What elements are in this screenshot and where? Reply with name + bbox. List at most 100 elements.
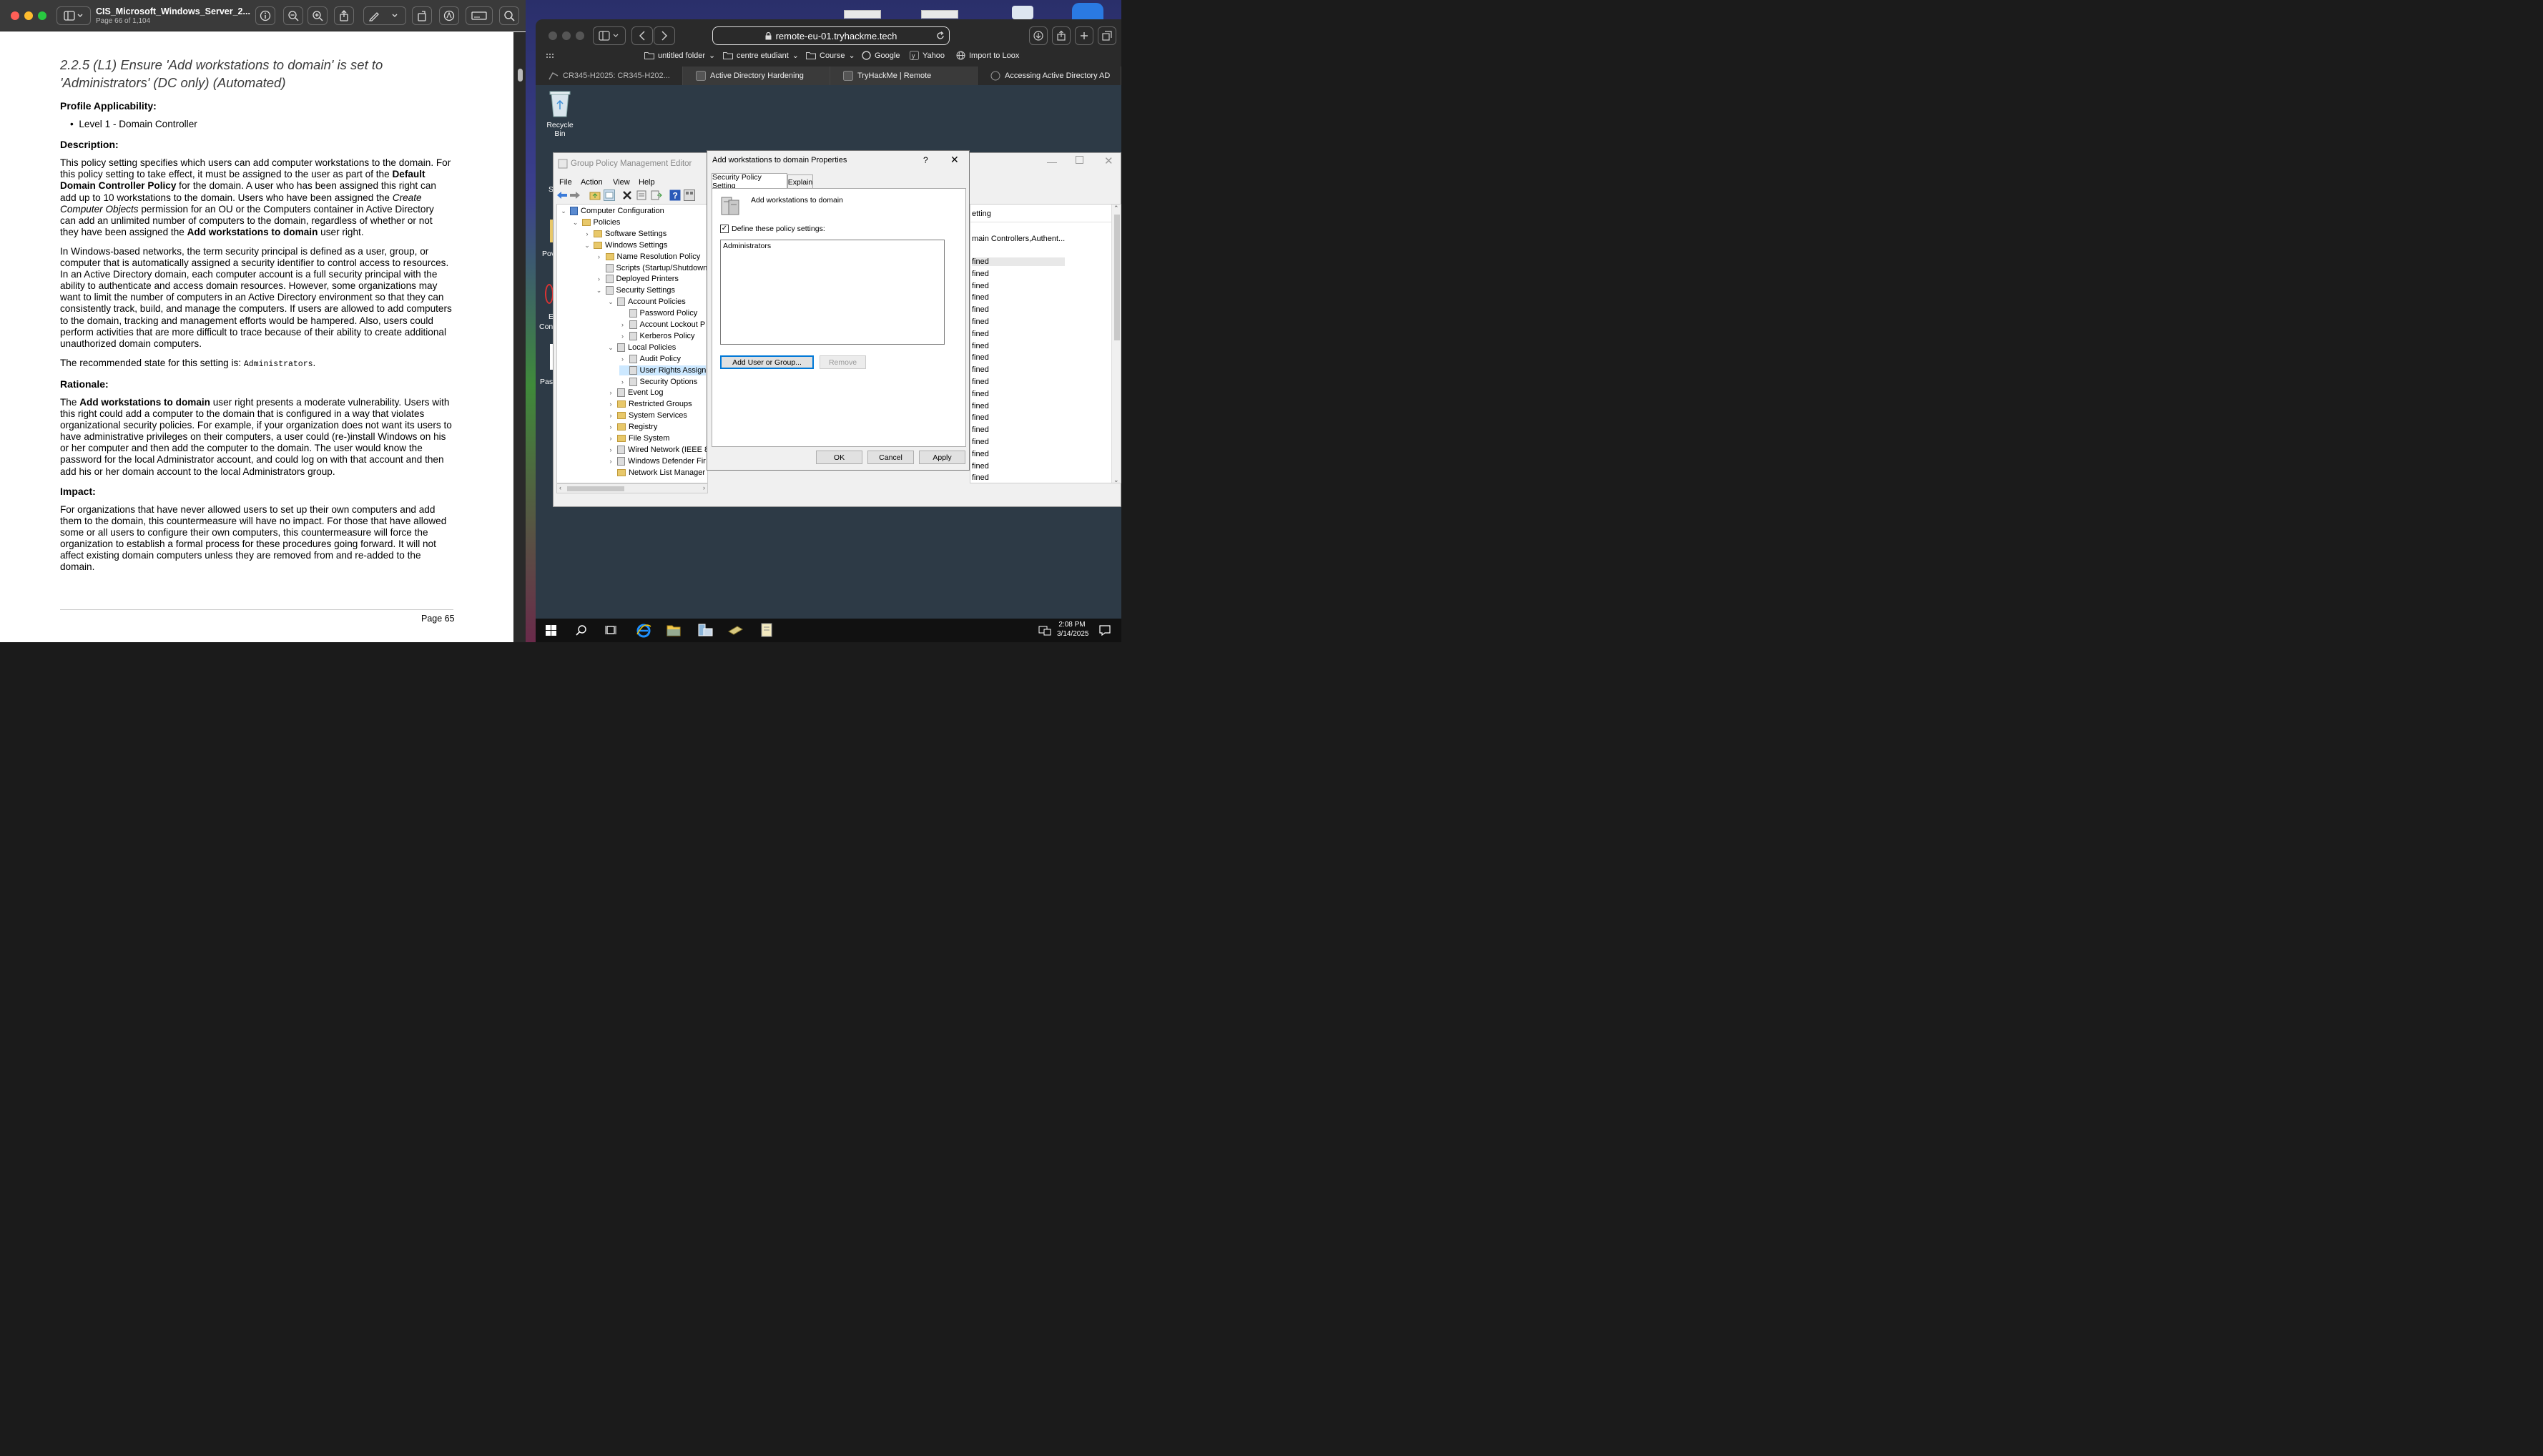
setting-value-cell[interactable]: fined [972, 353, 989, 362]
tree-node[interactable]: ⌄ Local Policies [607, 343, 676, 353]
maximize-icon[interactable] [1076, 156, 1083, 164]
tree-node[interactable]: › Registry [607, 422, 658, 432]
downloads-button[interactable] [1029, 26, 1048, 45]
zoom-window-button[interactable] [576, 31, 584, 40]
tree-node[interactable]: › Account Lockout P [619, 320, 705, 330]
annotate-button[interactable] [439, 6, 459, 25]
setting-value-cell[interactable]: fined [972, 450, 989, 458]
close-icon[interactable]: ✕ [950, 154, 959, 166]
info-button[interactable] [255, 6, 275, 25]
scroll-right-icon[interactable]: › [703, 484, 705, 491]
share-button[interactable] [1052, 26, 1071, 45]
export-list-icon[interactable] [651, 190, 662, 200]
setting-value-cell[interactable]: fined [972, 330, 989, 338]
chevron-down-icon[interactable]: ⌄ [560, 206, 567, 216]
chevron-right-icon[interactable]: › [584, 229, 591, 239]
chevron-right-icon[interactable]: › [619, 331, 626, 341]
view-icon[interactable] [684, 190, 695, 201]
setting-value-cell[interactable]: fined [972, 473, 989, 482]
setting-value-cell[interactable]: fined [972, 402, 989, 410]
remove-button[interactable]: Remove [820, 355, 866, 369]
setting-value-cell[interactable]: fined [972, 378, 989, 386]
notepad-icon[interactable] [761, 623, 772, 637]
menu-view[interactable]: View [613, 178, 630, 187]
setting-value-cell[interactable]: fined [972, 413, 989, 422]
chevron-down-icon[interactable]: ⌄ [607, 297, 614, 307]
tree-node[interactable]: › Software Settings [584, 229, 667, 239]
task-view-icon[interactable] [605, 624, 618, 636]
tree-node[interactable]: › Windows Defender Fir [607, 456, 706, 466]
zoom-out-button[interactable] [283, 6, 303, 25]
tree-node[interactable]: User Rights Assign [619, 365, 707, 375]
server-manager-icon[interactable] [697, 623, 713, 637]
help-icon[interactable]: ? [669, 190, 681, 201]
tab-active-directory-hardening[interactable]: Active Directory Hardening [683, 67, 830, 85]
menu-action[interactable]: Action [581, 178, 603, 187]
tab-security-policy-setting[interactable]: Security Policy Setting [712, 173, 787, 190]
close-icon[interactable]: ✕ [1104, 154, 1113, 167]
network-icon[interactable] [1038, 625, 1051, 636]
help-button[interactable]: ? [923, 155, 928, 165]
cancel-button[interactable]: Cancel [867, 451, 914, 464]
tree-node[interactable]: › Kerberos Policy [619, 331, 695, 341]
tree-node[interactable]: › Restricted Groups [607, 399, 692, 409]
delete-icon[interactable] [622, 190, 632, 200]
back-button[interactable] [631, 26, 653, 45]
list-vertical-scrollbar[interactable]: ⌃ ⌄ [1111, 205, 1121, 483]
minimize-window-button[interactable] [562, 31, 571, 40]
policy-tree[interactable]: ⌄ Computer Configuration ⌄ Policies › Softwar… [556, 204, 708, 483]
scroll-up-icon[interactable]: ⌃ [1113, 205, 1119, 212]
notifications-icon[interactable] [1099, 625, 1111, 636]
search-icon[interactable] [576, 624, 587, 636]
windows-start-icon[interactable] [546, 625, 556, 636]
chevron-right-icon[interactable]: › [607, 456, 614, 466]
list-item[interactable]: Administrators [723, 242, 771, 250]
chevron-right-icon[interactable]: › [607, 410, 614, 420]
bookmark-import-to-loox[interactable]: Import to Loox [956, 51, 1019, 60]
markup-button[interactable] [363, 6, 406, 25]
tree-node[interactable]: › File System [607, 433, 670, 443]
up-folder-icon[interactable] [589, 190, 601, 200]
scroll-down-icon[interactable]: ⌄ [1113, 476, 1119, 483]
pdf-scrollbar[interactable] [513, 32, 526, 642]
chevron-down-icon[interactable]: ⌄ [596, 285, 603, 295]
tab-tryhackme-remote[interactable]: TryHackMe | Remote [830, 67, 978, 85]
tree-node[interactable]: ⌄ Account Policies [607, 297, 686, 307]
define-settings-checkbox[interactable]: ✓ Define these policy settings: [720, 225, 825, 233]
share-button[interactable] [334, 6, 354, 25]
chevron-right-icon[interactable]: › [607, 422, 614, 432]
tree-node[interactable]: ⌄ Windows Settings [584, 240, 667, 250]
tree-node[interactable]: ⌄ Security Settings [596, 285, 675, 295]
column-header-setting[interactable]: etting [972, 210, 991, 218]
tree-node[interactable]: › System Services [607, 410, 687, 420]
tree-node[interactable]: › Event Log [607, 388, 664, 398]
close-window-button[interactable] [549, 31, 557, 40]
tree-node[interactable]: Network List Manager [607, 468, 705, 478]
apply-button[interactable]: Apply [919, 451, 965, 464]
grid-icon[interactable] [546, 53, 554, 59]
rotate-button[interactable] [412, 6, 432, 25]
taskbar-clock[interactable]: 2:08 PM 3/14/2025 [1057, 621, 1089, 638]
bookmark-google[interactable]: Google [862, 51, 900, 60]
setting-value-cell[interactable]: fined [972, 342, 989, 350]
setting-value-cell[interactable]: fined [972, 282, 989, 290]
file-explorer-icon[interactable] [667, 624, 681, 636]
tree-node[interactable]: › Audit Policy [619, 354, 681, 364]
tree-node[interactable]: › Deployed Printers [596, 274, 679, 284]
add-user-or-group-button[interactable]: Add User or Group... [720, 355, 814, 369]
setting-value-cell[interactable]: fined [972, 318, 989, 326]
zoom-window-button[interactable] [38, 11, 46, 20]
chevron-right-icon[interactable]: › [607, 445, 614, 455]
chevron-right-icon[interactable]: › [619, 320, 626, 330]
scroll-thumb[interactable] [567, 486, 624, 491]
search-button[interactable] [499, 6, 519, 25]
policy-settings-list[interactable]: etting main Controllers,Authent... fined… [970, 204, 1121, 483]
pdf-scroll-thumb[interactable] [518, 69, 523, 82]
ok-button[interactable]: OK [816, 451, 862, 464]
address-bar[interactable]: remote-eu-01.tryhackme.tech [712, 26, 950, 45]
tree-node[interactable]: › Security Options [619, 377, 697, 387]
setting-value-cell[interactable]: fined [972, 270, 989, 278]
setting-value-cell[interactable]: fined [972, 293, 989, 302]
setting-value-first[interactable]: main Controllers,Authent... [972, 235, 1065, 243]
tab-overview-button[interactable] [1098, 26, 1116, 45]
